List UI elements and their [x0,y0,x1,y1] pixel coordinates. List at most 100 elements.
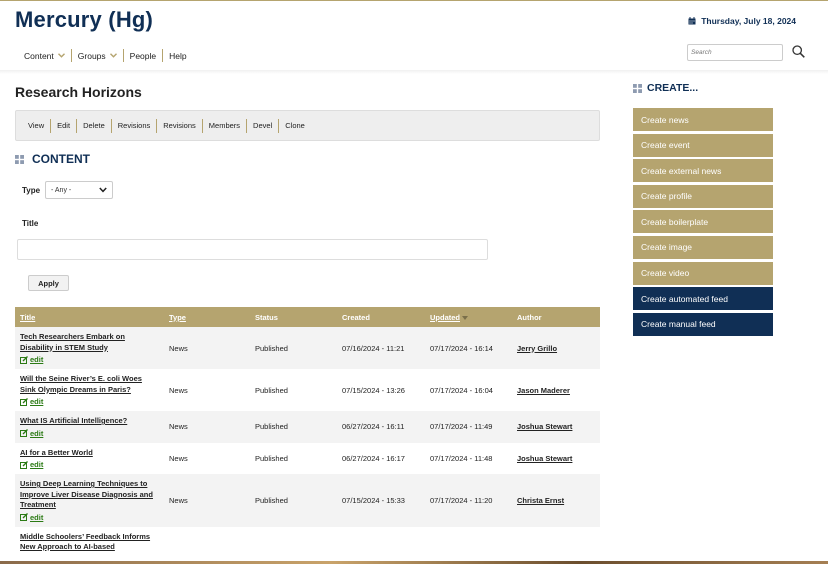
edit-link[interactable]: edit [20,429,159,438]
cell-status: Published [255,453,288,463]
grid-icon [15,154,24,164]
cell-status: Published [255,385,288,395]
table-row: Will the Seine River’s E. coli Woes Sink… [15,369,600,411]
nav-item-label: Groups [77,50,106,61]
create-event-button[interactable]: Create event [633,133,773,157]
nav-item-label: People [129,50,157,61]
column-header-title[interactable]: Title [15,307,164,327]
cell-created: 07/16/2024 - 11:21 [342,343,405,353]
tab-revisions[interactable]: Revisions [112,121,157,130]
content-title-link[interactable]: AI for a Better World [20,448,159,459]
cell-updated: 07/17/2024 - 16:04 [430,385,493,395]
author-link[interactable]: Joshua Stewart [517,422,572,431]
cell-author: Jason Maderer [512,369,600,411]
cell-created: 06/27/2024 - 16:17 [342,453,405,463]
nav-item-help[interactable]: Help [163,51,192,61]
search-icon[interactable] [792,45,805,58]
cell-title: Tech Researchers Embark on Disability in… [15,327,164,369]
create-automated-feed-button[interactable]: Create automated feed [633,287,773,311]
apply-button[interactable]: Apply [28,275,69,291]
title-filter-label: Title [22,219,39,228]
content-title-link[interactable]: Middle Schoolers’ Feedback Informs New A… [20,532,159,553]
nav-item-label: Help [169,50,187,61]
site-title[interactable]: Mercury (Hg) [15,7,153,33]
nav-item-people[interactable]: People [124,51,162,61]
cell-created [337,527,425,558]
cell-type: News [169,343,188,353]
cell-author: Joshua Stewart [512,443,600,475]
content-title-link[interactable]: Tech Researchers Embark on Disability in… [20,332,159,353]
create-boilerplate-button[interactable]: Create boilerplate [633,210,773,234]
type-filter-label: Type [22,186,41,195]
table-row: Middle Schoolers’ Feedback Informs New A… [15,526,600,558]
edit-link[interactable]: edit [20,513,159,522]
table-row: AI for a Better World edit News Publishe… [15,442,600,475]
tab-devel[interactable]: Devel [247,121,278,130]
cell-author [512,527,600,558]
cell-status: Published [255,343,288,353]
edit-link[interactable]: edit [20,397,159,406]
page-title: Research Horizons [15,84,142,100]
cell-created: 06/27/2024 - 16:11 [342,422,405,432]
tab-view[interactable]: View [22,121,50,130]
tab-revisions-2[interactable]: Revisions [157,121,202,130]
create-external-news-button[interactable]: Create external news [633,159,773,183]
local-tasks-tabs: View Edit Delete Revisions Revisions Mem… [15,110,600,141]
edit-icon [20,397,28,406]
cell-status: Published [255,422,288,432]
table-row: Tech Researchers Embark on Disability in… [15,327,600,369]
nav-item-content[interactable]: Content [18,51,71,61]
calendar-icon [688,17,696,25]
nav-item-label: Content [24,50,54,61]
create-video-button[interactable]: Create video [633,261,773,285]
chevron-down-icon [99,187,107,193]
author-link[interactable]: Christa Ernst [517,496,564,505]
content-title-link[interactable]: Using Deep Learning Techniques to Improv… [20,479,159,511]
type-filter-select[interactable]: - Any - [45,181,113,199]
search-input[interactable] [687,44,783,61]
table-row: Using Deep Learning Techniques to Improv… [15,474,600,527]
date-text: Thursday, July 18, 2024 [701,16,796,26]
cell-updated: 07/17/2024 - 11:48 [430,453,493,463]
cell-created: 07/15/2024 - 13:26 [342,385,405,395]
cell-status [250,527,337,558]
create-news-button[interactable]: Create news [633,108,773,131]
content-title-link[interactable]: What IS Artificial Intelligence? [20,416,159,427]
author-link[interactable]: Joshua Stewart [517,454,572,463]
tab-members[interactable]: Members [203,121,246,130]
tab-edit[interactable]: Edit [51,121,76,130]
author-link[interactable]: Jason Maderer [517,386,570,395]
create-profile-button[interactable]: Create profile [633,184,773,208]
column-header-updated-label: Updated [430,312,460,322]
chevron-down-icon [57,53,65,58]
tab-delete[interactable]: Delete [77,121,111,130]
create-manual-feed-button[interactable]: Create manual feed [633,312,773,336]
main-nav: Content Groups People Help [18,49,193,62]
cell-author: Jerry Grillo [512,327,600,369]
date-display: Thursday, July 18, 2024 [688,16,796,26]
sort-desc-icon [462,315,468,320]
cell-updated: 07/17/2024 - 11:20 [430,495,493,505]
cell-title: Using Deep Learning Techniques to Improv… [15,474,164,527]
nav-item-groups[interactable]: Groups [72,51,123,61]
header-divider [0,70,828,74]
table-header-row: Title Type Status Created Updated Author [15,307,600,327]
content-title-link[interactable]: Will the Seine River’s E. coli Woes Sink… [20,374,159,395]
cell-type: News [169,495,188,505]
content-table: Title Type Status Created Updated Author… [15,307,600,558]
create-button-list: Create news Create event Create external… [633,108,773,338]
cell-type: News [169,422,188,432]
column-header-author: Author [517,312,542,322]
edit-link[interactable]: edit [20,355,159,364]
column-header-type[interactable]: Type [164,307,250,327]
edit-icon [20,429,28,437]
edit-label: edit [30,512,44,522]
edit-link[interactable]: edit [20,460,159,469]
edit-label: edit [30,428,44,438]
column-header-updated[interactable]: Updated [425,307,512,327]
tab-clone[interactable]: Clone [279,121,311,130]
chevron-down-icon [109,53,117,58]
create-image-button[interactable]: Create image [633,235,773,259]
title-filter-input[interactable] [17,239,488,260]
author-link[interactable]: Jerry Grillo [517,344,557,353]
